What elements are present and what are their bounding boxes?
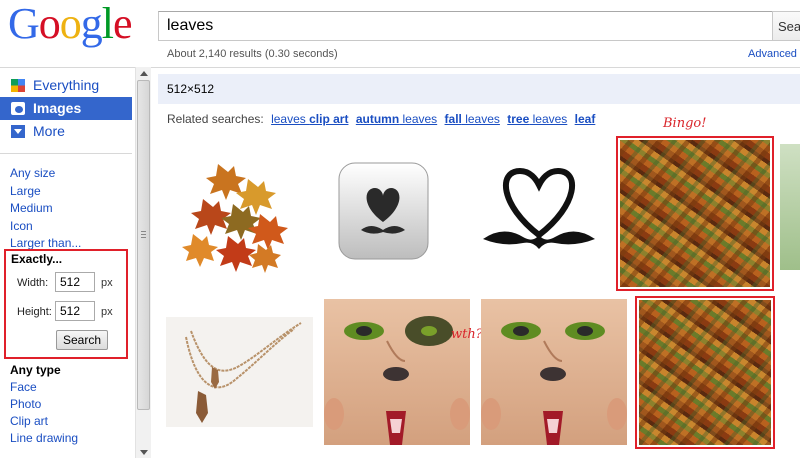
scroll-up-icon[interactable] <box>140 71 148 76</box>
nav-label: More <box>33 123 65 139</box>
annotation-wth: wth? <box>451 327 483 342</box>
related-link-leaf[interactable]: leaf <box>575 112 596 126</box>
related-searches: Related searches: leaves clip art autumn… <box>167 112 595 126</box>
result-thumbnail-leaf-texture[interactable] <box>620 140 770 287</box>
related-link-tree-leaves[interactable]: tree leaves <box>507 112 567 126</box>
search-button[interactable]: Search <box>772 11 800 41</box>
related-link-clip-art[interactable]: leaves clip art <box>271 112 348 126</box>
height-unit: px <box>101 306 113 318</box>
search-query: leaves <box>167 17 214 34</box>
nav-label: Images <box>33 100 82 116</box>
width-input[interactable]: 512 <box>55 272 95 292</box>
filter-face[interactable]: Face <box>10 379 78 396</box>
filter-large[interactable]: Large <box>10 183 81 201</box>
exactly-header: Exactly... <box>11 252 63 266</box>
size-label: 512×512 <box>167 82 215 96</box>
related-prefix: Related searches: <box>167 112 264 126</box>
scroll-thumb[interactable] <box>137 80 150 410</box>
nav-item-everything[interactable]: Everything <box>0 74 132 97</box>
maple-leaves-image <box>182 164 288 273</box>
width-label: Width: <box>17 277 49 289</box>
necklace-image <box>185 322 302 423</box>
everything-icon <box>11 79 25 92</box>
size-filters: Any size Large Medium Icon Larger than..… <box>10 165 81 253</box>
google-logo[interactable]: Google <box>8 2 133 46</box>
scrollbar[interactable] <box>135 67 151 458</box>
filter-any-size[interactable]: Any size <box>10 165 81 183</box>
filter-medium[interactable]: Medium <box>10 200 81 218</box>
divider <box>0 67 800 68</box>
result-stats: About 2,140 results (0.30 seconds) <box>167 48 338 60</box>
result-thumbnail[interactable] <box>336 160 431 262</box>
left-nav: Everything Images More <box>0 74 132 143</box>
grip-icon <box>141 231 146 238</box>
advanced-search-link[interactable]: Advanced search <box>748 48 800 60</box>
result-thumbnail[interactable] <box>481 299 627 445</box>
related-link-fall-leaves[interactable]: fall leaves <box>445 112 500 126</box>
divider <box>0 153 132 154</box>
result-thumbnail[interactable] <box>324 299 470 445</box>
result-thumbnail[interactable] <box>166 317 313 427</box>
type-filters: Any type Face Photo Clip art Line drawin… <box>10 362 78 447</box>
face-texture-image <box>324 316 470 445</box>
result-thumbnail[interactable] <box>178 144 298 274</box>
filter-clip-art[interactable]: Clip art <box>10 413 78 430</box>
chevron-down-icon <box>11 125 25 138</box>
heart-button-image <box>338 162 429 260</box>
filter-line-drawing[interactable]: Line drawing <box>10 430 78 447</box>
result-thumbnail-leaf-texture[interactable] <box>639 300 771 445</box>
height-label: Height: <box>17 306 52 318</box>
height-input[interactable]: 512 <box>55 301 95 321</box>
result-thumbnail-partial[interactable] <box>780 144 800 270</box>
size-bar: 512×512 <box>158 74 800 104</box>
camera-icon <box>11 102 25 115</box>
exact-search-button[interactable]: Search <box>56 330 108 350</box>
result-thumbnail[interactable] <box>478 163 600 255</box>
nav-item-more[interactable]: More <box>0 120 132 143</box>
width-unit: px <box>101 277 113 289</box>
nav-label: Everything <box>33 77 100 93</box>
type-header: Any type <box>10 363 61 377</box>
search-input[interactable]: leaves <box>158 11 774 41</box>
filter-icon[interactable]: Icon <box>10 218 81 236</box>
filter-photo[interactable]: Photo <box>10 396 78 413</box>
nav-item-images[interactable]: Images <box>0 97 132 120</box>
related-link-autumn-leaves[interactable]: autumn leaves <box>356 112 437 126</box>
heart-ornament-image <box>483 167 595 249</box>
scroll-down-icon[interactable] <box>140 450 148 455</box>
exact-size-panel: Exactly... Width: 512 px Height: 512 px … <box>4 249 128 359</box>
annotation-bingo: Bingo! <box>663 116 707 131</box>
face-texture-image <box>481 322 627 445</box>
